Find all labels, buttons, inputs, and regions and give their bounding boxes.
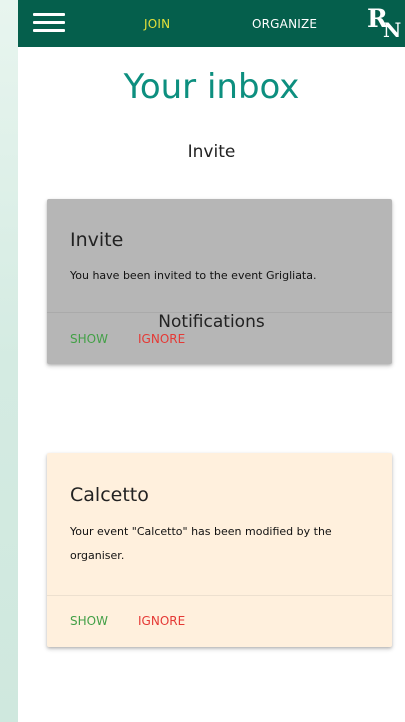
notification-ignore-button[interactable]: IGNORE (138, 614, 185, 628)
nav-join-link[interactable]: JOIN (144, 17, 170, 31)
menu-bar-line (33, 21, 65, 24)
invite-card: Invite You have been invited to the even… (47, 199, 392, 364)
left-background-strip (0, 0, 18, 722)
page-title: Your inbox (123, 67, 300, 107)
invite-ignore-button[interactable]: IGNORE (138, 332, 185, 346)
invite-show-button[interactable]: SHOW (70, 332, 108, 346)
notification-card-title: Calcetto (70, 484, 149, 506)
notification-show-button[interactable]: SHOW (70, 614, 108, 628)
invite-section-heading: Invite (187, 142, 236, 162)
menu-bar-line (33, 13, 65, 16)
nav-organize-link[interactable]: ORGANIZE (252, 17, 317, 31)
notification-card-message: Your event "Calcetto" has been modified … (70, 525, 332, 562)
menu-bar-line (33, 29, 65, 32)
app-view: JOIN ORGANIZE R N Your inbox Invite Invi… (18, 0, 405, 722)
invite-card-message: You have been invited to the event Grigl… (70, 269, 317, 282)
logo-letter-n: N (383, 18, 402, 42)
card-divider (47, 595, 392, 596)
notifications-section-heading: Notifications (158, 312, 265, 332)
hamburger-menu-icon[interactable] (33, 11, 65, 35)
brand-logo[interactable]: R N (365, 4, 405, 47)
invite-card-title: Invite (70, 229, 124, 251)
top-navbar: JOIN ORGANIZE R N (18, 0, 405, 47)
notification-card: Calcetto Your event "Calcetto" has been … (47, 453, 392, 647)
